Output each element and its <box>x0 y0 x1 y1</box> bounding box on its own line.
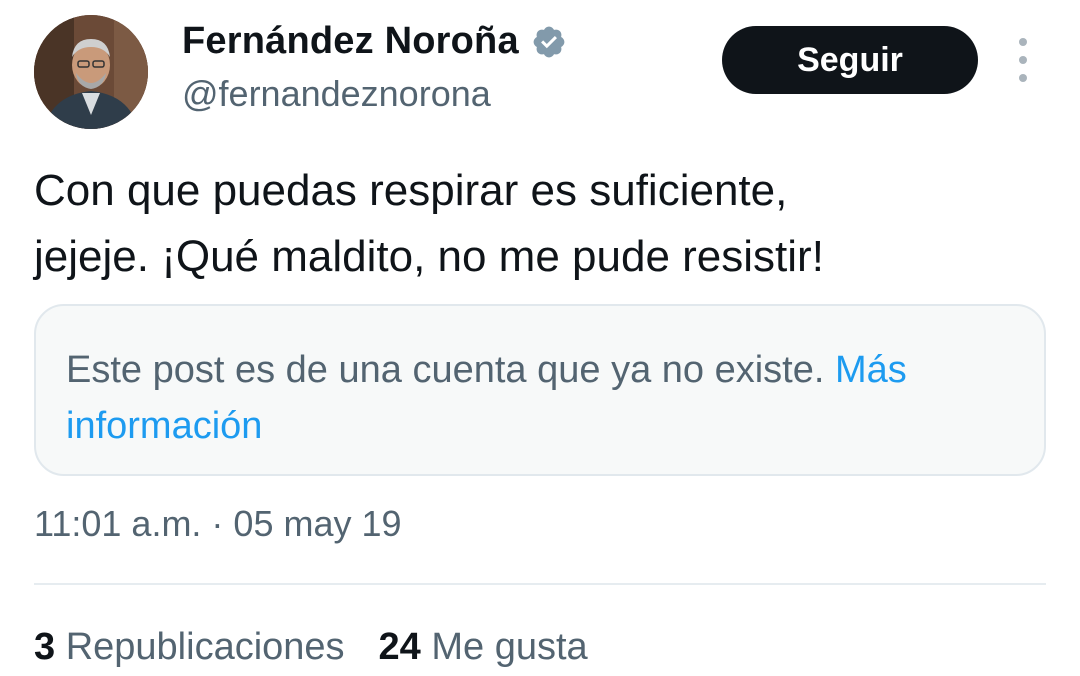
tweet-card: Fernández Noroña @fernandeznorona Seguir… <box>0 0 1080 676</box>
follow-button[interactable]: Seguir <box>722 26 978 94</box>
quote-notice: Este post es de una cuenta que ya no exi… <box>66 349 825 391</box>
divider <box>34 583 1046 585</box>
more-options-icon[interactable] <box>1008 38 1038 82</box>
more-dot <box>1019 38 1027 46</box>
avatar[interactable] <box>34 15 148 129</box>
author-display-name[interactable]: Fernández Noroña <box>182 20 519 63</box>
author-handle[interactable]: @fernandeznorona <box>182 73 491 115</box>
reposts-count: 3 <box>34 626 56 668</box>
verified-badge-icon <box>531 24 567 60</box>
more-dot <box>1019 74 1027 82</box>
tweet-timestamp[interactable]: 11:01 a.m. · 05 may 19 <box>34 503 402 545</box>
quoted-post-unavailable: Este post es de una cuenta que ya no exi… <box>34 304 1046 476</box>
tweet-text: Con que puedas respirar es suficiente, j… <box>34 166 824 281</box>
likes-label: Me gusta <box>431 626 588 668</box>
likes-count: 24 <box>378 626 421 668</box>
author-name-row: Fernández Noroña <box>182 20 567 63</box>
likes-stat[interactable]: 24 Me gusta <box>379 626 588 669</box>
avatar-image <box>34 15 148 129</box>
more-dot <box>1019 56 1027 64</box>
engagement-stats: 3 Republicaciones 24 Me gusta <box>34 626 588 669</box>
reposts-stat[interactable]: 3 Republicaciones <box>34 626 345 669</box>
reposts-label: Republicaciones <box>65 626 345 668</box>
quote-notice-text: Este post es de una cuenta que ya no exi… <box>66 342 1014 454</box>
